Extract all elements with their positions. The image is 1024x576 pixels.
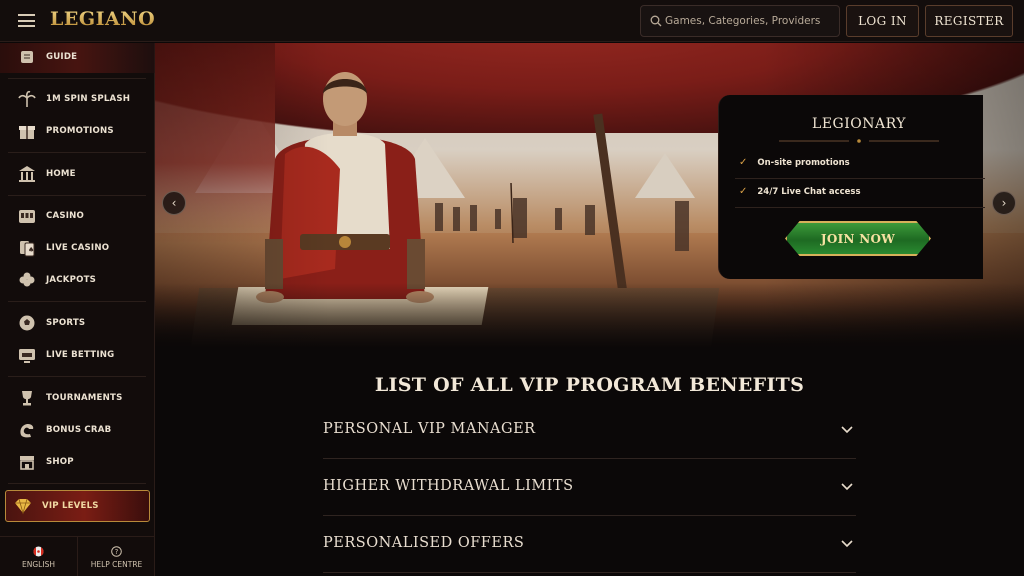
sidebar-item-label: BONUS CRAB <box>46 425 112 435</box>
chevron-down-icon <box>841 483 853 491</box>
divider <box>735 178 985 179</box>
diamond-icon <box>12 496 34 516</box>
sidebar-item-tournaments[interactable]: TOURNAMENTS <box>10 385 146 411</box>
login-button[interactable]: LOG IN <box>846 5 919 37</box>
join-now-button[interactable]: JOIN NOW <box>785 221 931 256</box>
chevron-right-icon: › <box>1001 196 1007 210</box>
sidebar-item-guide[interactable]: GUIDE <box>10 44 146 70</box>
divider <box>8 78 146 79</box>
gift-icon <box>16 121 38 141</box>
bottom-fade <box>155 283 1024 348</box>
chevron-down-icon <box>841 540 853 548</box>
language-label: ENGLISH <box>22 559 55 569</box>
accordion-label: HIGHER WITHDRAWAL LIMITS <box>323 478 574 494</box>
sidebar-item-label: TOURNAMENTS <box>46 393 123 403</box>
language-selector[interactable]: ENGLISH <box>0 537 77 576</box>
sidebar-item-label: LIVE BETTING <box>46 350 115 360</box>
claw-icon <box>16 420 38 440</box>
sidebar-item-casino[interactable]: CASINO <box>10 203 146 229</box>
check-icon: ✓ <box>739 186 748 197</box>
sidebar-item-1m-spin-splash[interactable]: 1M SPIN SPLASH <box>10 86 146 112</box>
sidebar-item-label: CASINO <box>46 211 85 221</box>
sidebar-item-label: LIVE CASINO <box>46 243 110 253</box>
sidebar-footer: ENGLISH ? HELP CENTRE <box>0 536 155 576</box>
divider <box>8 195 146 196</box>
chevron-down-icon <box>841 426 853 434</box>
sidebar-item-sports[interactable]: SPORTS <box>10 310 146 336</box>
svg-text:♠: ♠ <box>28 246 34 254</box>
search-box[interactable] <box>640 5 840 37</box>
benefit-text: 24/7 Live Chat access <box>757 186 861 197</box>
benefit-text: On-site promotions <box>757 157 850 168</box>
search-icon <box>650 15 662 27</box>
sidebar-item-jackpots[interactable]: JACKPOTS <box>10 267 146 293</box>
accordion-item-personal-vip-manager[interactable]: PERSONAL VIP MANAGER <box>323 402 856 459</box>
ornament-divider <box>779 139 939 143</box>
divider <box>8 376 146 377</box>
palm-tree-icon <box>16 89 38 109</box>
divider <box>735 207 985 208</box>
sidebar-item-label: SPORTS <box>46 318 86 328</box>
top-header: LEGIANO LOG IN REGISTER <box>0 0 1024 42</box>
sidebar-item-label: PROMOTIONS <box>46 126 114 136</box>
sidebar-item-label: VIP LEVELS <box>42 501 99 511</box>
cards-icon: ♠ <box>16 238 38 258</box>
sidebar-item-label: HOME <box>46 169 76 179</box>
scroll-icon <box>16 47 38 67</box>
accordion-item-personalised-offers[interactable]: PERSONALISED OFFERS <box>323 516 856 573</box>
sidebar-item-label: SHOP <box>46 457 74 467</box>
sidebar-item-live-casino[interactable]: ♠ LIVE CASINO <box>10 235 146 261</box>
shop-icon <box>16 452 38 472</box>
accordion-label: PERSONAL VIP MANAGER <box>323 421 536 437</box>
sidebar-item-label: GUIDE <box>46 52 78 62</box>
check-icon: ✓ <box>739 157 748 168</box>
canada-flag-icon <box>33 546 44 556</box>
help-label: HELP CENTRE <box>90 559 143 569</box>
sidebar: GUIDE 1M SPIN SPLASH PROMOTIONS HOME CAS… <box>0 43 155 576</box>
sidebar-item-label: 1M SPIN SPLASH <box>46 94 131 104</box>
carousel-next-button[interactable]: › <box>992 191 1016 215</box>
divider <box>8 152 146 153</box>
help-centre-link[interactable]: ? HELP CENTRE <box>78 537 155 576</box>
divider <box>8 301 146 302</box>
vip-level-title: LEGIONARY <box>812 116 906 132</box>
temple-icon <box>16 164 38 184</box>
clover-icon <box>16 270 38 290</box>
sidebar-item-promotions[interactable]: PROMOTIONS <box>10 118 146 144</box>
vip-level-card: LEGIONARY ✓ On-site promotions ✓ 24/7 Live… <box>718 95 985 279</box>
accordion-item-higher-withdrawal-limits[interactable]: HIGHER WITHDRAWAL LIMITS <box>323 459 856 516</box>
sidebar-item-shop[interactable]: SHOP <box>10 449 146 475</box>
sidebar-item-live-betting[interactable]: LIVE BETTING <box>10 342 146 368</box>
carousel-prev-button[interactable]: ‹ <box>162 191 186 215</box>
sidebar-item-home[interactable]: HOME <box>10 161 146 187</box>
help-icon: ? <box>111 545 122 557</box>
chevron-left-icon: ‹ <box>171 196 177 210</box>
benefits-list-title: LIST OF ALL VIP PROGRAM BENEFITS <box>374 374 805 396</box>
slot-machine-icon <box>16 206 38 226</box>
ball-icon <box>16 313 38 333</box>
sidebar-item-vip-levels[interactable]: VIP LEVELS <box>5 490 150 522</box>
accordion-label: PERSONALISED OFFERS <box>323 535 525 551</box>
trophy-icon <box>16 388 38 408</box>
search-input[interactable] <box>665 6 835 36</box>
benefit-item: ✓ On-site promotions <box>739 157 850 168</box>
logo[interactable]: LEGIANO <box>50 8 155 30</box>
sidebar-item-bonus-crab[interactable]: BONUS CRAB <box>10 417 146 443</box>
menu-icon[interactable] <box>18 14 35 27</box>
live-tv-icon <box>16 345 38 365</box>
divider <box>8 483 146 484</box>
sidebar-item-label: JACKPOTS <box>46 275 97 285</box>
register-button[interactable]: REGISTER <box>925 5 1013 37</box>
svg-text:?: ? <box>115 548 119 556</box>
benefit-item: ✓ 24/7 Live Chat access <box>739 186 861 197</box>
